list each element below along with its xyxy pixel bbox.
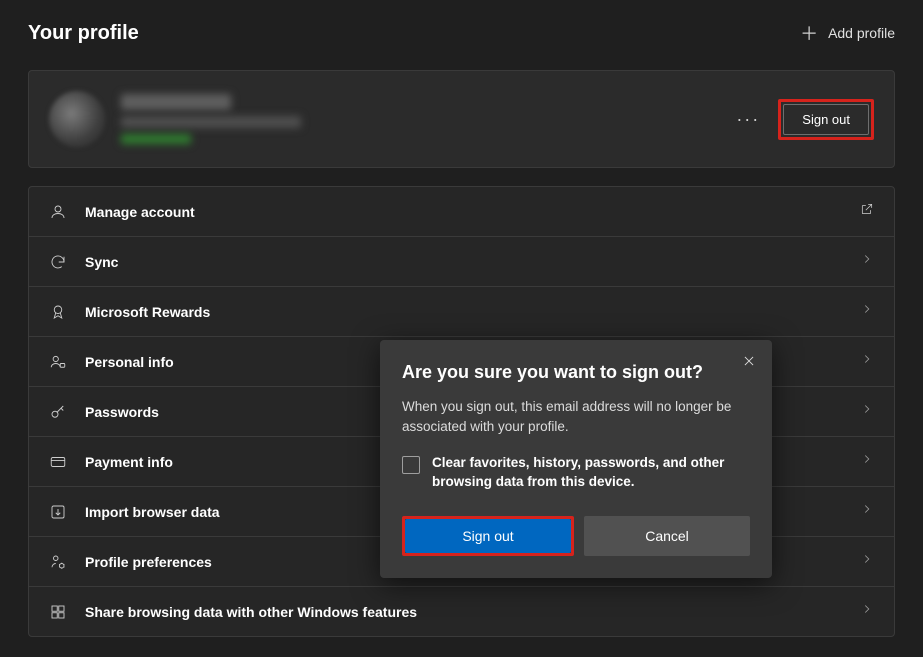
sign-out-dialog: Are you sure you want to sign out? When …	[380, 340, 772, 578]
plus-icon: ＋	[800, 20, 818, 46]
person-card-icon	[49, 353, 67, 371]
settings-item-label: Manage account	[85, 204, 195, 220]
settings-item-sync[interactable]: Sync	[29, 237, 894, 287]
chevron-right-icon	[860, 402, 874, 421]
chevron-right-icon	[860, 452, 874, 471]
chevron-right-icon	[860, 252, 874, 271]
external-link-icon	[860, 202, 874, 221]
clear-data-checkbox-label: Clear favorites, history, passwords, and…	[432, 454, 750, 492]
clear-data-checkbox[interactable]	[402, 456, 420, 474]
chevron-right-icon	[860, 502, 874, 521]
page-title: Your profile	[28, 22, 139, 45]
settings-item-manage-account[interactable]: Manage account	[29, 187, 894, 237]
chevron-right-icon	[860, 302, 874, 321]
chevron-right-icon	[860, 602, 874, 621]
add-profile-label: Add profile	[828, 25, 895, 41]
settings-item-label: Passwords	[85, 404, 159, 420]
preferences-icon	[49, 553, 67, 571]
avatar	[49, 91, 105, 147]
import-icon	[49, 503, 67, 521]
close-button[interactable]	[742, 354, 756, 373]
settings-item-label: Import browser data	[85, 504, 220, 520]
windows-icon	[49, 603, 67, 621]
sign-out-button[interactable]: Sign out	[783, 104, 869, 135]
settings-item-label: Microsoft Rewards	[85, 304, 210, 320]
add-profile-button[interactable]: ＋ Add profile	[800, 20, 895, 46]
settings-item-label: Personal info	[85, 354, 174, 370]
sign-out-confirm-button[interactable]: Sign out	[405, 519, 571, 553]
settings-item-label: Sync	[85, 254, 118, 270]
settings-item-label: Profile preferences	[85, 554, 212, 570]
chevron-right-icon	[860, 552, 874, 571]
profile-info-blurred	[121, 94, 301, 144]
settings-item-share-browsing-data[interactable]: Share browsing data with other Windows f…	[29, 587, 894, 636]
settings-item-label: Share browsing data with other Windows f…	[85, 604, 417, 620]
more-options-button[interactable]: ···	[736, 109, 760, 130]
person-icon	[49, 203, 67, 221]
dialog-title: Are you sure you want to sign out?	[402, 362, 750, 383]
cancel-button[interactable]: Cancel	[584, 516, 750, 556]
settings-item-microsoft-rewards[interactable]: Microsoft Rewards	[29, 287, 894, 337]
signout-highlight: Sign out	[778, 99, 874, 140]
signout-confirm-highlight: Sign out	[402, 516, 574, 556]
sync-icon	[49, 253, 67, 271]
dialog-body: When you sign out, this email address wi…	[402, 397, 750, 436]
key-icon	[49, 403, 67, 421]
medal-icon	[49, 303, 67, 321]
chevron-right-icon	[860, 352, 874, 371]
settings-item-label: Payment info	[85, 454, 173, 470]
profile-card: ··· Sign out	[28, 70, 895, 168]
credit-card-icon	[49, 453, 67, 471]
